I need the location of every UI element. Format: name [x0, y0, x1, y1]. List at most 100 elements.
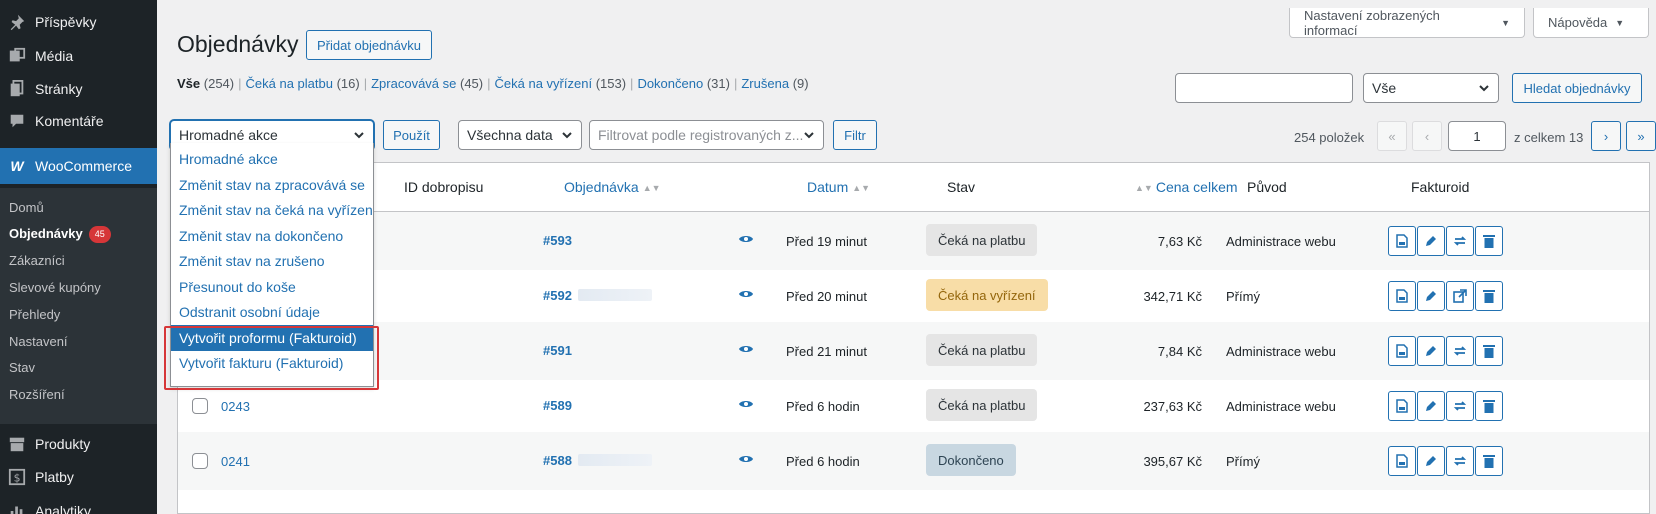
- order-origin: Administrace webu: [1226, 399, 1336, 414]
- fakturoid-trash-button[interactable]: [1475, 281, 1503, 311]
- bulk-action-option[interactable]: Hromadné akce: [171, 146, 373, 172]
- submenu-item-settings[interactable]: Nastavení: [9, 332, 68, 352]
- sort-icon: ▲▼: [642, 183, 661, 193]
- fakturoid-external-link-button[interactable]: [1446, 281, 1474, 311]
- fakturoid-document-button[interactable]: [1388, 336, 1416, 366]
- eye-icon[interactable]: [739, 343, 753, 358]
- menu-item-posts[interactable]: Příspěvky: [0, 5, 157, 39]
- search-input[interactable]: [1175, 73, 1353, 103]
- add-order-button[interactable]: Přidat objednávku: [306, 30, 432, 60]
- filter-all[interactable]: Vše (254): [177, 76, 234, 91]
- pencil-icon: [1424, 399, 1438, 413]
- submenu-item-orders[interactable]: Objednávky 45: [9, 224, 111, 244]
- pencil-icon: [1424, 344, 1438, 358]
- customer-filter-select[interactable]: Filtrovat podle registrovaných z...: [589, 120, 824, 150]
- column-date[interactable]: Datum ▲▼: [807, 179, 870, 195]
- prev-page-button[interactable]: ‹: [1412, 121, 1442, 151]
- filter-pending[interactable]: Čeká na platbu (16): [246, 76, 360, 91]
- order-date: Před 21 minut: [786, 344, 867, 359]
- current-page-input[interactable]: 1: [1448, 121, 1506, 151]
- menu-item-analytics[interactable]: Analytiky: [0, 494, 157, 514]
- filter-processing[interactable]: Zpracovává se (45): [371, 76, 483, 91]
- last-page-button[interactable]: »: [1626, 121, 1656, 151]
- menu-item-woocommerce[interactable]: W WooCommerce: [0, 148, 157, 184]
- order-number[interactable]: #593: [543, 233, 572, 248]
- credit-note-id[interactable]: 0243: [221, 399, 250, 414]
- eye-icon[interactable]: [739, 233, 753, 248]
- fakturoid-document-button[interactable]: [1388, 226, 1416, 256]
- order-number[interactable]: #588: [543, 453, 652, 468]
- order-total: 395,67 Kč: [1143, 454, 1202, 469]
- filter-cancelled[interactable]: Zrušena (9): [741, 76, 808, 91]
- bulk-action-option[interactable]: Změnit stav na dokončeno: [171, 223, 373, 249]
- document-icon: [1396, 344, 1408, 358]
- column-order[interactable]: Objednávka ▲▼: [564, 179, 661, 195]
- fakturoid-document-button[interactable]: [1388, 446, 1416, 476]
- submenu-item-home[interactable]: Domů: [9, 198, 44, 218]
- menu-item-products[interactable]: Produkty: [0, 427, 157, 461]
- highlight-box: [164, 326, 379, 390]
- pencil-icon: [1424, 454, 1438, 468]
- eye-icon[interactable]: [739, 288, 753, 303]
- fakturoid-document-button[interactable]: [1388, 281, 1416, 311]
- fakturoid-sync-button[interactable]: [1446, 446, 1474, 476]
- order-date: Před 6 hodin: [786, 454, 860, 469]
- filter-on-hold[interactable]: Čeká na vyřízení (153): [495, 76, 627, 91]
- apply-button[interactable]: Použít: [383, 120, 440, 150]
- row-checkbox[interactable]: [192, 398, 208, 414]
- pages-icon: [7, 79, 27, 99]
- fakturoid-pencil-button[interactable]: [1417, 391, 1445, 421]
- order-total: 237,63 Kč: [1143, 399, 1202, 414]
- bulk-action-option[interactable]: Změnit stav na zpracovává se: [171, 172, 373, 198]
- fakturoid-pencil-button[interactable]: [1417, 226, 1445, 256]
- eye-icon[interactable]: [739, 398, 753, 413]
- fakturoid-sync-button[interactable]: [1446, 391, 1474, 421]
- date-filter-select[interactable]: Všechna data: [458, 120, 582, 150]
- first-page-button[interactable]: «: [1377, 121, 1407, 151]
- status-badge: Čeká na platbu: [926, 224, 1038, 256]
- order-number[interactable]: #591: [543, 343, 572, 358]
- bulk-action-option[interactable]: Odstranit osobní údaje: [171, 299, 373, 325]
- bulk-action-option[interactable]: Přesunout do koše: [171, 274, 373, 300]
- fakturoid-trash-button[interactable]: [1475, 391, 1503, 421]
- next-page-button[interactable]: ›: [1591, 121, 1621, 151]
- menu-item-comments[interactable]: Komentáře: [0, 104, 157, 138]
- column-total[interactable]: ▲▼ Cena celkem: [1135, 179, 1238, 195]
- help-toggle[interactable]: Nápověda ▼: [1533, 8, 1649, 38]
- submenu-item-reports[interactable]: Přehledy: [9, 305, 60, 325]
- chevron-down-icon: [803, 128, 815, 145]
- filter-button[interactable]: Filtr: [833, 120, 877, 150]
- bulk-action-option[interactable]: Změnit stav na zrušeno: [171, 248, 373, 274]
- sort-icon: ▲▼: [1135, 183, 1153, 193]
- fakturoid-sync-button[interactable]: [1446, 226, 1474, 256]
- fakturoid-document-button[interactable]: [1388, 391, 1416, 421]
- credit-note-id[interactable]: 0241: [221, 454, 250, 469]
- pencil-icon: [1424, 289, 1438, 303]
- fakturoid-pencil-button[interactable]: [1417, 336, 1445, 366]
- fakturoid-trash-button[interactable]: [1475, 446, 1503, 476]
- search-orders-button[interactable]: Hledat objednávky: [1512, 73, 1642, 103]
- menu-item-pages[interactable]: Stránky: [0, 72, 157, 106]
- trash-icon: [1483, 399, 1495, 413]
- woocommerce-icon: W: [10, 158, 24, 174]
- eye-icon[interactable]: [739, 453, 753, 468]
- order-number[interactable]: #592: [543, 288, 652, 303]
- fakturoid-trash-button[interactable]: [1475, 226, 1503, 256]
- bulk-action-option[interactable]: Změnit stav na čeká na vyřízení: [171, 197, 373, 223]
- submenu-item-extensions[interactable]: Rozšíření: [9, 385, 65, 405]
- fakturoid-pencil-button[interactable]: [1417, 281, 1445, 311]
- search-type-select[interactable]: Vše: [1363, 73, 1499, 103]
- submenu-item-coupons[interactable]: Slevové kupóny: [9, 278, 101, 298]
- fakturoid-pencil-button[interactable]: [1417, 446, 1445, 476]
- filter-completed[interactable]: Dokončeno (31): [637, 76, 730, 91]
- menu-label: Produkty: [35, 436, 91, 452]
- menu-item-media[interactable]: Média: [0, 39, 157, 73]
- screen-options-toggle[interactable]: Nastavení zobrazených informací ▼: [1289, 8, 1525, 38]
- order-number[interactable]: #589: [543, 398, 572, 413]
- fakturoid-sync-button[interactable]: [1446, 336, 1474, 366]
- menu-item-payments[interactable]: $ Platby: [0, 460, 157, 494]
- submenu-item-customers[interactable]: Zákazníci: [9, 251, 65, 271]
- fakturoid-trash-button[interactable]: [1475, 336, 1503, 366]
- row-checkbox[interactable]: [192, 453, 208, 469]
- submenu-item-status[interactable]: Stav: [9, 358, 35, 378]
